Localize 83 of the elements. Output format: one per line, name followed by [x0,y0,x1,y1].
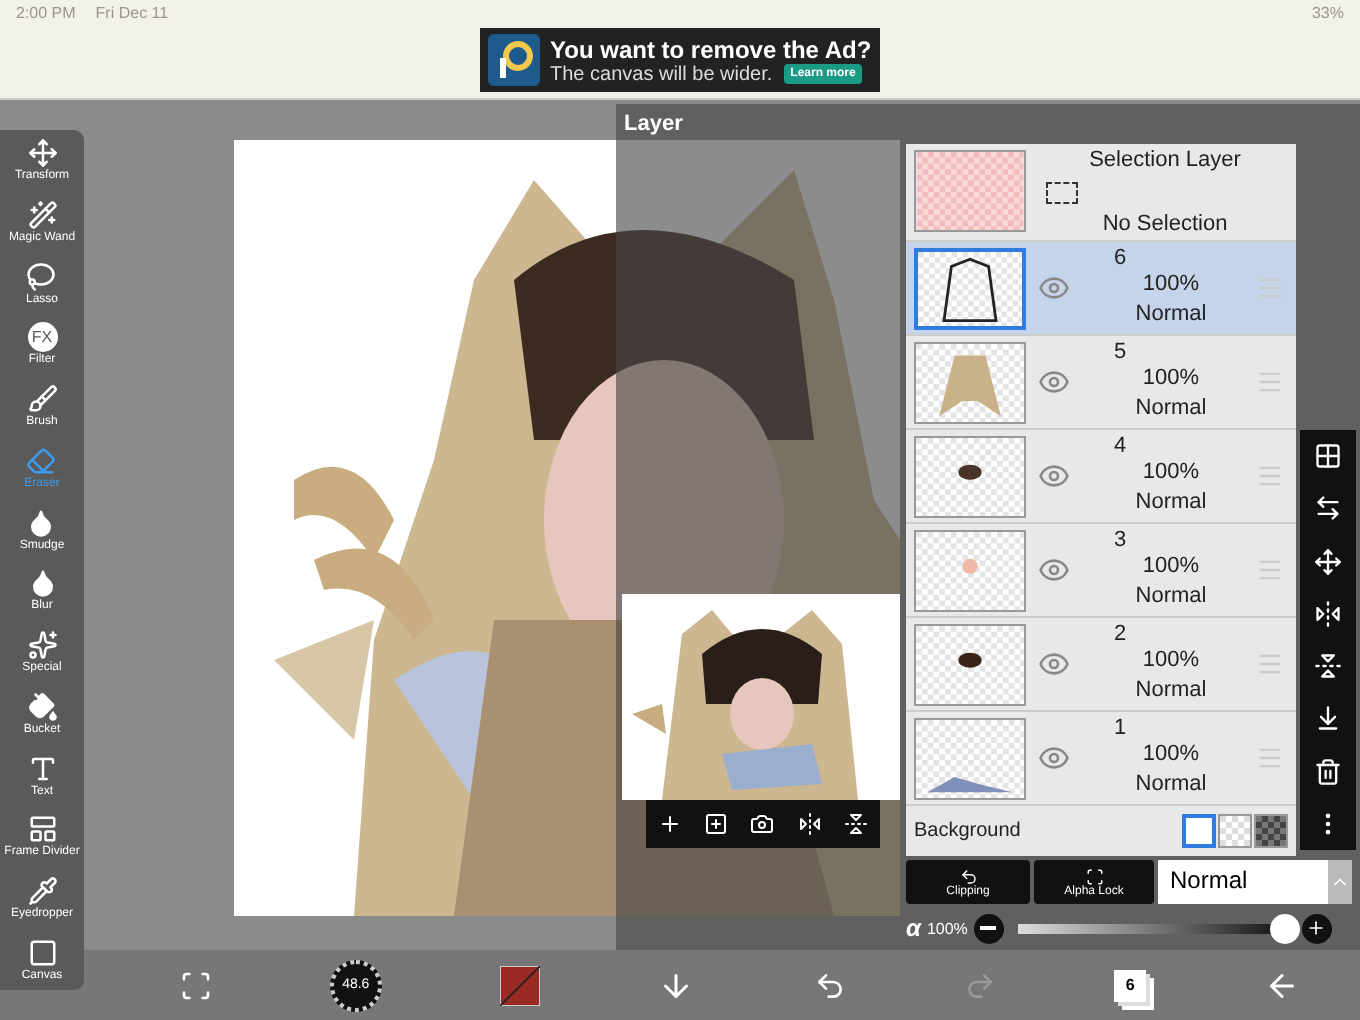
layer-opacity: 100% [1142,646,1200,676]
frame-icon [27,814,57,845]
layer-number: 3 [1114,528,1127,552]
layers-button[interactable]: 6 [1114,969,1147,1001]
eye-icon[interactable] [1038,648,1070,680]
move-icon[interactable] [1314,547,1342,576]
flip-vertical-icon[interactable] [1314,652,1342,681]
battery-level: 33% [1311,4,1344,24]
layer-opacity: 100% [1142,740,1200,770]
plus-icon [1306,918,1327,938]
drag-handle-icon[interactable] [1256,274,1284,302]
minus-icon [980,926,997,930]
layer-row[interactable]: 2 100% Normal [906,618,1296,712]
eye-icon[interactable] [1038,366,1070,398]
layer-thumbnail [914,435,1026,517]
layer-thumbnail [914,623,1026,705]
sparkles-icon [27,630,57,661]
selection-status: No Selection [1102,212,1228,236]
layer-blend-mode: Normal [1135,394,1207,424]
square-icon [27,937,57,968]
lasso-icon [26,261,57,292]
layer-blend-mode: Normal [1135,770,1207,800]
selection-icon [1046,181,1078,203]
layer-number: 1 [1114,716,1127,740]
drag-handle-icon[interactable] [1256,462,1284,490]
layer-row[interactable]: 1 100% Normal [906,712,1296,806]
layer-number: 2 [1114,622,1127,646]
layer-thumbnail [914,341,1026,423]
eye-icon[interactable] [1038,742,1070,774]
layer-row[interactable]: 6 100% Normal [906,242,1296,336]
layer-row[interactable]: 3 100% Normal [906,524,1296,618]
layer-row[interactable]: 5 100% Normal [906,336,1296,430]
layer-number: 5 [1114,340,1127,364]
swap-icon[interactable] [1314,494,1342,523]
layer-number: 4 [1114,434,1127,458]
ad-title: You want to remove the Ad? [550,35,872,63]
selection-layer-name: Selection Layer [1089,148,1241,172]
alpha-symbol: α [906,914,921,942]
opacity-reading: 100% [926,919,968,937]
layer-thumbnail [914,529,1026,611]
layer-blend-mode: Normal [1135,676,1207,706]
eraser-icon [26,445,57,476]
app-logo-icon [488,34,540,86]
drag-handle-icon[interactable] [1256,744,1284,772]
status-date: Fri Dec 11 [95,4,169,24]
layer-thumbnail [914,247,1026,329]
clipping-icon [959,867,977,885]
paint-bucket-icon [27,691,57,722]
trash-icon[interactable] [1314,757,1342,786]
fx-icon: FX [27,322,57,353]
layer-thumbnail [914,717,1026,799]
layer-opacity: 100% [1142,364,1200,394]
selection-thumbnail [914,150,1026,232]
drag-handle-icon[interactable] [1256,368,1284,396]
layer-row[interactable]: 4 100% Normal [906,430,1296,524]
drag-handle-icon[interactable] [1256,650,1284,678]
drop-icon [27,568,57,599]
background-label: Background [914,819,1021,841]
layer-blend-mode: Normal [1135,582,1207,612]
magic-wand-icon [27,199,57,230]
flip-horizontal-icon[interactable] [1314,599,1342,628]
merge-down-icon[interactable] [1314,704,1342,733]
eye-icon[interactable] [1038,554,1070,586]
status-time: 2:00 PM [16,4,76,24]
checker-icon[interactable] [1314,442,1342,471]
text-icon [27,753,57,784]
layer-blend-mode: Normal [1135,488,1207,518]
brush-icon [27,384,57,415]
layer-blend-mode: Normal [1135,300,1207,330]
drag-handle-icon[interactable] [1256,556,1284,584]
panel-title: Layer [622,110,685,140]
layer-opacity: 100% [1142,552,1200,582]
move-icon [27,138,57,168]
undo-icon[interactable] [813,969,846,1001]
color-swatch[interactable] [500,965,541,1005]
eye-icon[interactable] [1038,460,1070,492]
layer-opacity: 100% [1142,270,1200,300]
selection-layer-row[interactable]: Selection Layer No Selection [906,144,1296,242]
ad-subtitle: The canvas will be wider. [550,63,773,85]
drop-icon [26,507,57,538]
layer-opacity: 100% [1142,458,1200,488]
eyedropper-icon [27,876,57,907]
layer-number: 6 [1114,246,1127,270]
